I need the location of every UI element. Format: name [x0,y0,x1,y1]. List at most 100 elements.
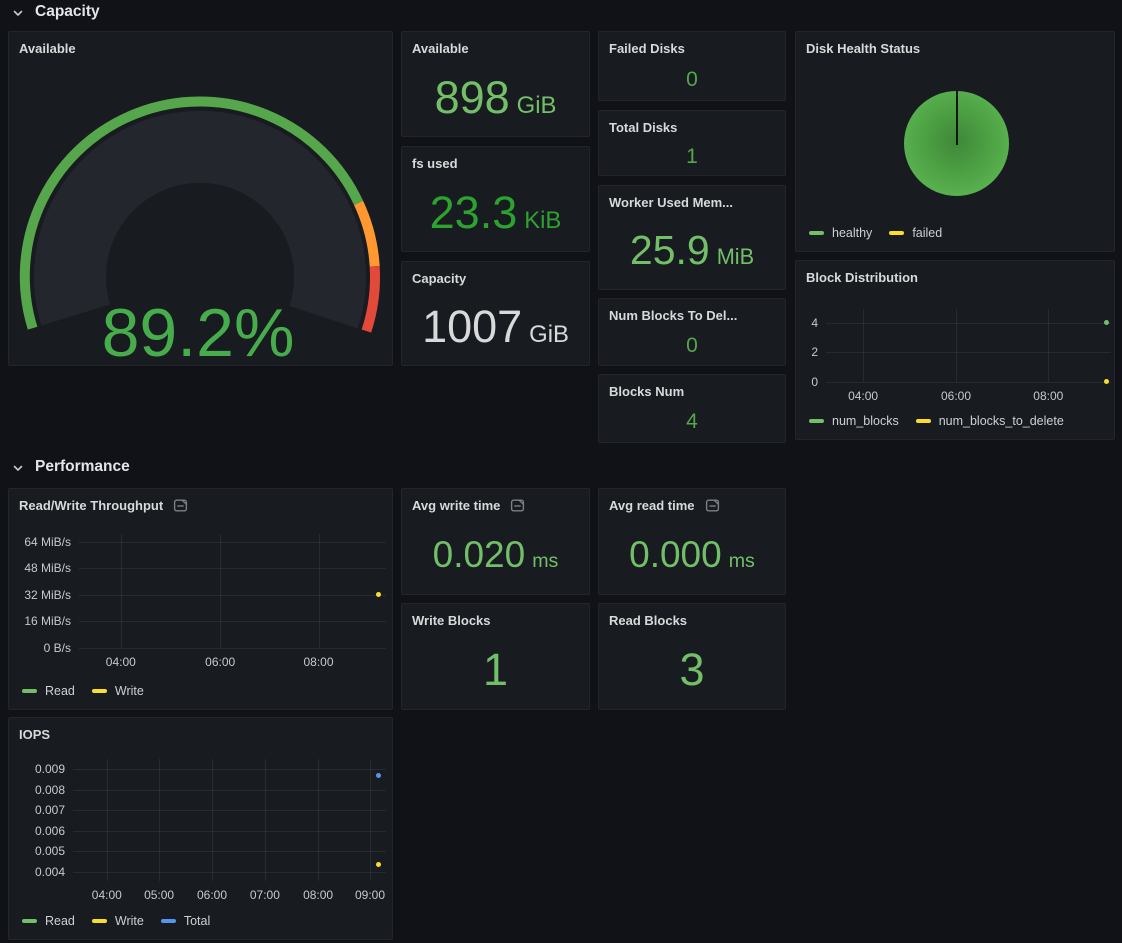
chart-legend: Read Write [22,684,144,698]
panel-title[interactable]: Available [402,32,589,60]
panel-failed-disks: Failed Disks 0 [598,31,786,101]
gauge: 89.2% [9,60,392,365]
stat-value: 3 [679,647,704,692]
chart-legend: num_blocks num_blocks_to_delete [809,414,1064,428]
stat-number: 0.000 [629,536,722,573]
stat-number: 0 [686,69,698,90]
gridline [73,810,386,811]
panel-description-icon[interactable] [705,498,720,513]
gridline [107,759,108,881]
legend-item[interactable]: Read [22,914,75,928]
y-axis-tick-label: 32 MiB/s [9,587,71,603]
stat-body: 898 GiB [402,58,589,136]
panel-title[interactable]: Total Disks [599,111,785,139]
stat-unit: ms [729,552,755,572]
legend-item[interactable]: Read [22,684,75,698]
panel-title[interactable]: Failed Disks [599,32,785,60]
data-point [1104,320,1109,325]
section-header-performance[interactable]: Performance [12,457,130,477]
legend-label: Write [115,684,144,698]
legend-label: num_blocks [832,414,899,428]
gridline [212,759,213,881]
x-axis-tick-label: 06:00 [928,389,984,403]
stat-number: 25.9 [630,230,710,271]
panel-title[interactable]: Disk Health Status [796,32,1114,60]
legend-item[interactable]: num_blocks_to_delete [916,414,1064,428]
section-title: Performance [35,458,130,476]
gridline [826,382,1111,383]
stat-body: 0.020 ms [402,515,589,594]
stat-body: 4 [599,401,785,442]
legend-item[interactable]: Write [92,914,144,928]
stat-number: 0.020 [433,536,526,573]
legend-color-dash [809,419,824,423]
grafana-dashboard: Capacity Available 89.2% Available 898 G… [0,0,1122,943]
panel-title[interactable]: Capacity [402,262,589,290]
time-series-plot[interactable]: 02404:0006:0008:00 [796,261,1114,439]
panel-total-disks: Total Disks 1 [598,110,786,176]
gridline [79,621,386,622]
panel-title[interactable]: Available [9,32,392,60]
gridline [73,769,386,770]
stat-value: 1007 GiB [422,304,569,349]
panel-iops: IOPS 0.0040.0050.0060.0070.0080.00904:00… [8,717,393,940]
legend-label: failed [912,226,942,240]
stat-unit: ms [532,552,558,572]
panel-description-icon[interactable] [510,498,525,513]
y-axis-tick-label: 0.008 [9,782,65,798]
legend-item[interactable]: healthy [809,226,872,240]
section-title: Capacity [35,3,100,21]
panel-title[interactable]: Write Blocks [402,604,589,632]
stat-value: 0.000 ms [629,536,755,573]
y-axis-tick-label: 0.009 [9,761,65,777]
x-axis-tick-label: 08:00 [1020,389,1076,403]
y-axis-tick-label: 2 [796,344,818,360]
gridline [265,759,266,881]
stat-body: 0 [599,325,785,365]
legend-item[interactable]: Total [161,914,210,928]
stat-body: 3 [599,630,785,709]
y-axis-tick-label: 48 MiB/s [9,560,71,576]
section-header-capacity[interactable]: Capacity [12,2,100,22]
panel-title[interactable]: Worker Used Mem... [599,186,785,214]
x-axis-tick-label: 08:00 [290,888,346,902]
legend-label: healthy [832,226,872,240]
panel-title[interactable]: Avg write time [402,489,589,517]
x-axis-tick-label: 05:00 [131,888,187,902]
time-series-plot[interactable]: 0.0040.0050.0060.0070.0080.00904:0005:00… [9,718,392,939]
y-axis-tick-label: 16 MiB/s [9,613,71,629]
panel-title[interactable]: Blocks Num [599,375,785,403]
stat-body: 1007 GiB [402,288,589,365]
legend-color-dash [161,919,176,923]
x-axis-tick-label: 07:00 [237,888,293,902]
legend-label: Read [45,684,75,698]
panel-title[interactable]: Read Blocks [599,604,785,632]
gridline [370,759,371,881]
panel-title[interactable]: Avg read time [599,489,785,517]
legend-item[interactable]: num_blocks [809,414,899,428]
legend-color-dash [92,689,107,693]
stat-body: 25.9 MiB [599,212,785,289]
panel-title[interactable]: Num Blocks To Del... [599,299,785,327]
stat-number: 898 [435,75,510,120]
stat-value: 0 [686,335,698,356]
legend-item[interactable]: failed [889,226,942,240]
stat-body: 23.3 KiB [402,173,589,251]
y-axis-tick-label: 64 MiB/s [9,534,71,550]
stat-value: 25.9 MiB [630,230,754,271]
gridline [159,759,160,881]
data-point [376,592,381,597]
panel-avg-write-time: Avg write time 0.020 ms [401,488,590,595]
stat-unit: KiB [524,209,561,233]
stat-body: 0.000 ms [599,515,785,594]
gauge-track [70,147,330,317]
x-axis-tick-label: 04:00 [79,888,135,902]
legend-item[interactable]: Write [92,684,144,698]
gridline [79,648,386,649]
panel-fs-used: fs used 23.3 KiB [401,146,590,252]
gridline [73,831,386,832]
legend-color-dash [809,231,824,235]
time-series-plot[interactable]: 0 B/s16 MiB/s32 MiB/s48 MiB/s64 MiB/s04:… [9,489,392,709]
stat-value: 0 [686,69,698,90]
panel-title[interactable]: fs used [402,147,589,175]
